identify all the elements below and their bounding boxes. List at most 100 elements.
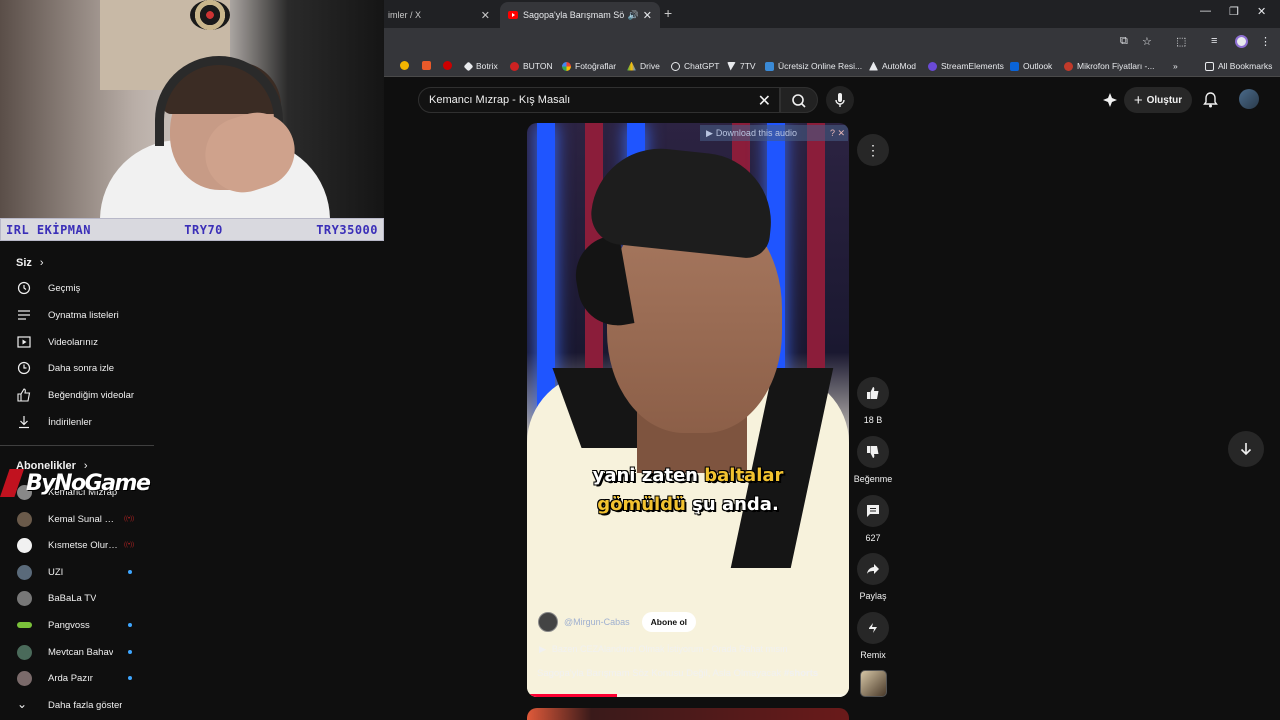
new-content-dot <box>128 650 132 654</box>
show-more-label: Daha fazla göster <box>48 699 123 711</box>
bookmark-fotograflar[interactable]: Fotoğraflar <box>562 61 616 71</box>
bookmark-mikrofon[interactable]: Mikrofon Fiyatları -... <box>1064 61 1154 71</box>
bookmark-buton[interactable]: BUTON <box>510 61 553 71</box>
bookmark-icon-3[interactable] <box>443 61 456 70</box>
sidebar-item-history[interactable]: Geçmiş <box>0 275 154 301</box>
clear-search-icon[interactable]: ✕ <box>758 91 771 111</box>
bookmark-7tv[interactable]: 7TV <box>727 61 756 71</box>
subscription-item[interactable]: Kemal Sunal Fil... ((•)) <box>0 506 154 532</box>
restore-icon[interactable]: ❐ <box>1229 5 1239 18</box>
channel-avatar <box>17 590 32 606</box>
close-icon[interactable]: ? ✕ <box>830 128 845 139</box>
install-app-icon[interactable]: ⧉ <box>1120 35 1128 48</box>
channel-name: Kemal Sunal Fil... <box>48 513 118 525</box>
cast-sparkle-icon[interactable] <box>1102 92 1118 108</box>
shorts-hashtag[interactable]: #shorts <box>784 668 818 679</box>
share-action[interactable]: Paylaş <box>856 553 890 601</box>
account-avatar[interactable] <box>1239 89 1259 109</box>
subscribe-button[interactable]: Abone ol <box>641 612 697 632</box>
subscription-item[interactable]: BaBaLa TV <box>0 585 154 611</box>
video-music-row[interactable]: ▶ Bazen CEZAlandırıcı Olmak İstiyorum - … <box>539 644 788 655</box>
bookmark-star-icon[interactable]: ☆ <box>1142 35 1152 48</box>
like-button[interactable] <box>857 377 889 409</box>
download-audio-banner[interactable]: ▶ Download this audio ? ✕ <box>700 125 848 141</box>
subscription-item[interactable]: Mevtcan Bahav <box>0 639 154 665</box>
share-button[interactable] <box>857 553 889 585</box>
next-video-button[interactable] <box>1228 431 1264 467</box>
video-progress-bar[interactable] <box>527 694 849 697</box>
bookmark-drive[interactable]: Drive <box>627 61 660 71</box>
subtitle-line-2: gömüldü şu anda. <box>597 494 779 515</box>
bookmark-chatgpt[interactable]: ChatGPT <box>671 61 719 71</box>
live-indicator-icon: ((•)) <box>124 542 135 548</box>
more-options-button[interactable]: ⋮ <box>857 134 889 166</box>
liked-icon <box>17 388 31 402</box>
close-icon[interactable]: ✕ <box>643 9 652 22</box>
sidebar-item-playlists[interactable]: Oynatma listeleri <box>0 302 154 328</box>
donation-bar-right: TRY35000 <box>316 222 378 237</box>
window-close-icon[interactable]: ✕ <box>1257 5 1266 18</box>
bookmark-ucretsiz[interactable]: Ücretsiz Online Resi... <box>765 61 862 71</box>
progress-fill <box>527 694 618 697</box>
extensions-icon[interactable]: ⬚ <box>1176 35 1186 48</box>
music-title: Bazen CEZAlandırıcı Olmak İstiyorum - Or… <box>551 644 788 654</box>
bookmark-streamelements[interactable]: StreamElements <box>928 61 1004 71</box>
bookmark-icon-1[interactable] <box>400 61 413 70</box>
notifications-bell-icon[interactable] <box>1203 92 1218 108</box>
comments-action[interactable]: 627 <box>856 495 890 543</box>
dislike-action[interactable]: Beğenme <box>854 436 892 484</box>
sidebar-item-label: Videolarınız <box>48 336 98 348</box>
comments-button[interactable] <box>857 495 889 527</box>
new-content-dot <box>128 570 132 574</box>
subscription-item[interactable]: Arda Pazır <box>0 665 154 691</box>
bookmark-outlook[interactable]: Outlook <box>1010 61 1052 71</box>
channel-name: Pangvoss <box>48 619 90 631</box>
comment-count: 627 <box>865 533 881 543</box>
sound-thumbnail[interactable] <box>860 670 887 697</box>
search-input[interactable] <box>429 94 749 106</box>
bookmark-automod[interactable]: AutoMod <box>869 61 916 71</box>
logo-mark <box>0 469 24 497</box>
live-indicator-icon: ((•)) <box>124 516 135 522</box>
subscription-item[interactable]: UZI <box>0 559 154 585</box>
bookmarks-overflow-icon[interactable]: » <box>1173 61 1178 71</box>
search-button[interactable] <box>780 87 818 113</box>
dislike-button[interactable] <box>857 436 889 468</box>
subscription-item[interactable]: Kısmetse Olur: A... ((•)) <box>0 532 154 558</box>
sidebar-item-your-videos[interactable]: Videolarınız <box>0 329 154 355</box>
search-box[interactable]: ✕ <box>418 87 780 113</box>
channel-avatar <box>17 564 32 580</box>
share-icon <box>867 564 879 574</box>
sidebar-item-liked[interactable]: Beğendiğim videolar <box>0 382 154 408</box>
bookmark-icon-2[interactable] <box>422 61 435 70</box>
shorts-video-player[interactable]: ▶ Download this audio ? ✕ yani zaten bal… <box>527 123 849 697</box>
voice-search-button[interactable] <box>826 86 854 114</box>
menu-dots-icon[interactable]: ⋮ <box>1260 35 1271 48</box>
sidebar-item-watch-later[interactable]: Daha sonra izle <box>0 355 154 381</box>
minimize-icon[interactable]: — <box>1200 5 1211 17</box>
dislike-label: Beğenme <box>853 474 893 484</box>
all-bookmarks[interactable]: All Bookmarks <box>1205 61 1272 71</box>
channel-avatar[interactable] <box>538 612 558 632</box>
media-control-icon[interactable]: ≡ <box>1211 35 1217 47</box>
sidebar-item-downloads[interactable]: İndirilenler <box>0 409 154 435</box>
tab-youtube-active[interactable]: Sagopa'yla Barışmam Söz K 🔊 ✕ <box>500 2 660 28</box>
new-tab-icon[interactable]: + <box>664 5 672 21</box>
bookmark-botrix[interactable]: Botrix <box>463 61 498 71</box>
like-action[interactable]: 18 B <box>856 377 890 425</box>
channel-avatar <box>17 670 32 686</box>
next-short-preview[interactable] <box>527 708 849 720</box>
remix-button[interactable] <box>857 612 889 644</box>
channel-handle[interactable]: @Mirgun-Cabas <box>564 617 630 627</box>
speaker-icon[interactable]: 🔊 <box>628 10 639 21</box>
video-title[interactable]: Sagopa'yla Barışmam Söz Konusu Değil, As… <box>537 668 818 679</box>
tab-x[interactable]: imler / X ✕ <box>380 2 498 28</box>
subscription-item[interactable]: Pangvoss <box>0 612 154 638</box>
create-label: Oluştur <box>1146 94 1183 106</box>
browser-profile-avatar[interactable] <box>1235 35 1248 48</box>
you-section-title[interactable]: Siz › <box>16 257 44 269</box>
show-more-button[interactable]: ⌄ Daha fazla göster <box>0 692 154 718</box>
close-icon[interactable]: ✕ <box>481 9 490 22</box>
create-button[interactable]: + Oluştur <box>1124 87 1192 113</box>
remix-action[interactable]: Remix <box>856 612 890 660</box>
